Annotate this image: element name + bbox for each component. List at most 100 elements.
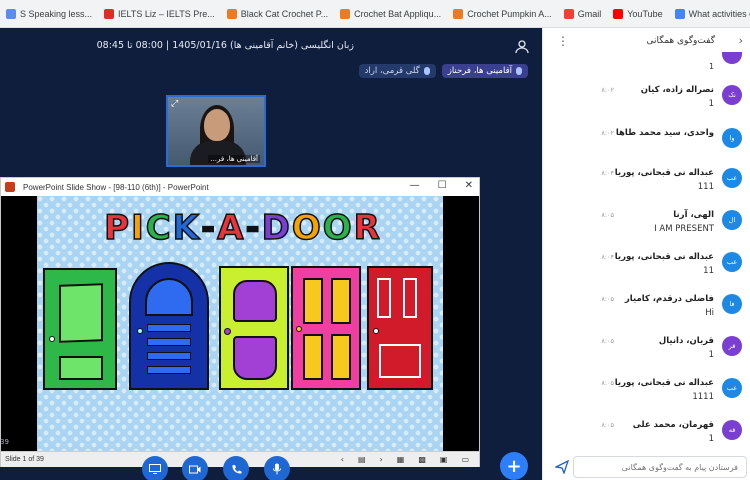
microphone-icon	[273, 463, 281, 475]
bookmark-item[interactable]: Crochet Bat Appliqu...	[334, 8, 447, 19]
speaker-tags: آقامینی ها، فرحناز گلی قرمی، اراد	[358, 64, 528, 78]
bookmark-label: Crochet Bat Appliqu...	[354, 8, 442, 19]
message-time: ۸:۰۵	[601, 211, 614, 219]
message-time: ۸:۰۴	[601, 169, 614, 177]
camera-icon	[189, 465, 201, 473]
send-icon[interactable]	[553, 459, 570, 475]
bookmark-label: IELTS Liz – IELTS Pre...	[118, 8, 215, 19]
bookmark-item[interactable]: S Speaking less...	[0, 8, 98, 19]
chat-message-input[interactable]	[574, 457, 746, 477]
title-letter: -	[245, 207, 261, 249]
message-time: ۸:۰۵	[601, 379, 614, 387]
message-time: ۸:۰۲	[601, 129, 614, 137]
phone-button[interactable]	[223, 456, 249, 480]
message-sender: الهی، آرنا	[673, 210, 714, 220]
door-lime[interactable]	[219, 266, 289, 390]
camera-button[interactable]	[182, 456, 208, 480]
bookmark-label: Crochet Pumpkin A...	[467, 8, 552, 19]
participant-video-tile[interactable]: ⤢ آقامینی ها، فر...	[166, 95, 266, 167]
door-blue[interactable]	[129, 262, 209, 390]
meeting-title: زبان انگلیسی (خانم آقامینی ها) 1405/01/1…	[96, 40, 354, 51]
meeting-toolbar: +	[0, 452, 542, 480]
message-sender: عبداله نی قبحانی، پوریا	[614, 252, 714, 262]
bookmark-item[interactable]: YouTube	[607, 8, 668, 19]
speaker-tag[interactable]: گلی قرمی، اراد	[358, 64, 436, 78]
favicon-icon	[613, 8, 624, 19]
message-text: 1	[708, 434, 714, 444]
avatar: فا	[722, 294, 742, 314]
door-red[interactable]	[367, 266, 433, 390]
favicon-icon	[453, 8, 464, 19]
favicon-icon	[6, 8, 16, 19]
minimize-icon[interactable]: —	[410, 180, 420, 191]
ppt-titlebar: PowerPoint Slide Show - [98-110 (6th)] -…	[1, 178, 479, 196]
powerpoint-icon	[5, 182, 15, 192]
share-screen-button[interactable]	[142, 456, 168, 480]
maximize-icon[interactable]: ☐	[438, 180, 447, 191]
mic-icon	[516, 67, 522, 75]
message-sender: واحدی، سید محمد طاها	[615, 128, 714, 138]
message-time: ۸:۰۵	[601, 337, 614, 345]
slide[interactable]: PICK-A-DOOR	[37, 196, 443, 451]
chat-message: عب عبداله نی قبحانی، پوریا ۸:۰۴ 11	[552, 250, 742, 290]
bookmark-item[interactable]: Crochet Pumpkin A...	[447, 8, 558, 19]
title-letter: A	[216, 207, 244, 249]
message-text: I AM PRESENT	[654, 224, 714, 234]
message-text: 1	[708, 350, 714, 360]
door-green[interactable]	[43, 268, 117, 390]
more-options-icon[interactable]: ⋮	[557, 34, 569, 48]
video-participant-name: آقامینی ها، فر...	[208, 155, 260, 163]
chat-panel: ⋮ گفت‌وگوی همگانی › 1 نک نصراله زاده، کیا…	[542, 28, 750, 480]
screen-icon	[149, 464, 161, 474]
avatar: عب	[722, 168, 742, 188]
title-letter: D	[261, 207, 291, 249]
door-pink[interactable]	[291, 266, 361, 390]
chat-message: نک نصراله زاده، کیان ۸:۰۲ 1	[552, 83, 742, 123]
video-person-body	[190, 141, 246, 165]
meeting-area: زبان انگلیسی (خانم آقامینی ها) 1405/01/1…	[0, 28, 542, 480]
message-text: Hi	[705, 308, 714, 318]
avatar	[722, 52, 742, 64]
title-letter: R	[353, 207, 381, 249]
chat-message: وا واحدی، سید محمد طاها ۸:۰۲	[552, 126, 742, 166]
expand-icon[interactable]: ⤢	[171, 99, 178, 109]
pick-a-door-title: PICK-A-DOOR	[87, 206, 397, 250]
phone-icon	[231, 464, 241, 474]
chat-message: عب عبداله نی قبحانی، پوریا ۸:۰۵ 1111	[552, 376, 742, 416]
chat-message: فا فاضلی درقدم، کامیار ۸:۰۵ Hi	[552, 292, 742, 332]
bookmark-item[interactable]: Black Cat Crochet P...	[221, 8, 334, 19]
message-sender: عبداله نی قبحانی، پوریا	[614, 378, 714, 388]
speaker-tag-active[interactable]: آقامینی ها، فرحناز	[441, 64, 528, 78]
message-sender: قربان، دانیال	[658, 336, 714, 346]
chat-message: عب عبداله نی قبحانی، پوریا ۸:۰۴ 111	[552, 166, 742, 206]
message-sender: فاضلی درقدم، کامیار	[624, 294, 714, 304]
bookmark-item[interactable]: What activities can...	[669, 8, 750, 19]
bookmarks-bar: S Speaking less... IELTS Liz – IELTS Pre.…	[0, 0, 750, 28]
message-time: ۸:۰۵	[601, 421, 614, 429]
favicon-icon	[340, 8, 351, 19]
message-time: ۸:۰۲	[601, 86, 614, 94]
chevron-right-icon[interactable]: ›	[739, 34, 743, 47]
ppt-window-title: PowerPoint Slide Show - [98-110 (6th)] -…	[23, 182, 209, 192]
slide-area: PICK-A-DOOR	[1, 196, 479, 451]
participants-icon[interactable]	[514, 40, 530, 54]
title-letter: K	[172, 207, 200, 249]
bookmark-item[interactable]: IELTS Liz – IELTS Pre...	[98, 8, 221, 19]
avatar: عب	[722, 378, 742, 398]
message-sender: قهرمان، محمد علی	[632, 420, 714, 430]
title-letter: I	[130, 207, 144, 249]
bookmark-label: S Speaking less...	[20, 8, 93, 19]
favicon-icon	[674, 8, 685, 19]
bookmark-item[interactable]: Gmail	[558, 8, 608, 19]
chat-title: گفت‌وگوی همگانی	[646, 36, 715, 46]
add-button[interactable]: +	[500, 452, 528, 480]
favicon-icon	[226, 8, 237, 19]
message-text: 11	[703, 266, 714, 276]
microphone-button[interactable]	[264, 456, 290, 480]
favicon-icon	[563, 8, 574, 19]
close-icon[interactable]: ✕	[465, 180, 473, 191]
speaker-tag-label: گلی قرمی، اراد	[364, 66, 420, 76]
bookmark-label: Gmail	[577, 8, 602, 19]
avatar: نک	[722, 85, 742, 105]
side-slide-number: 39	[0, 438, 9, 446]
